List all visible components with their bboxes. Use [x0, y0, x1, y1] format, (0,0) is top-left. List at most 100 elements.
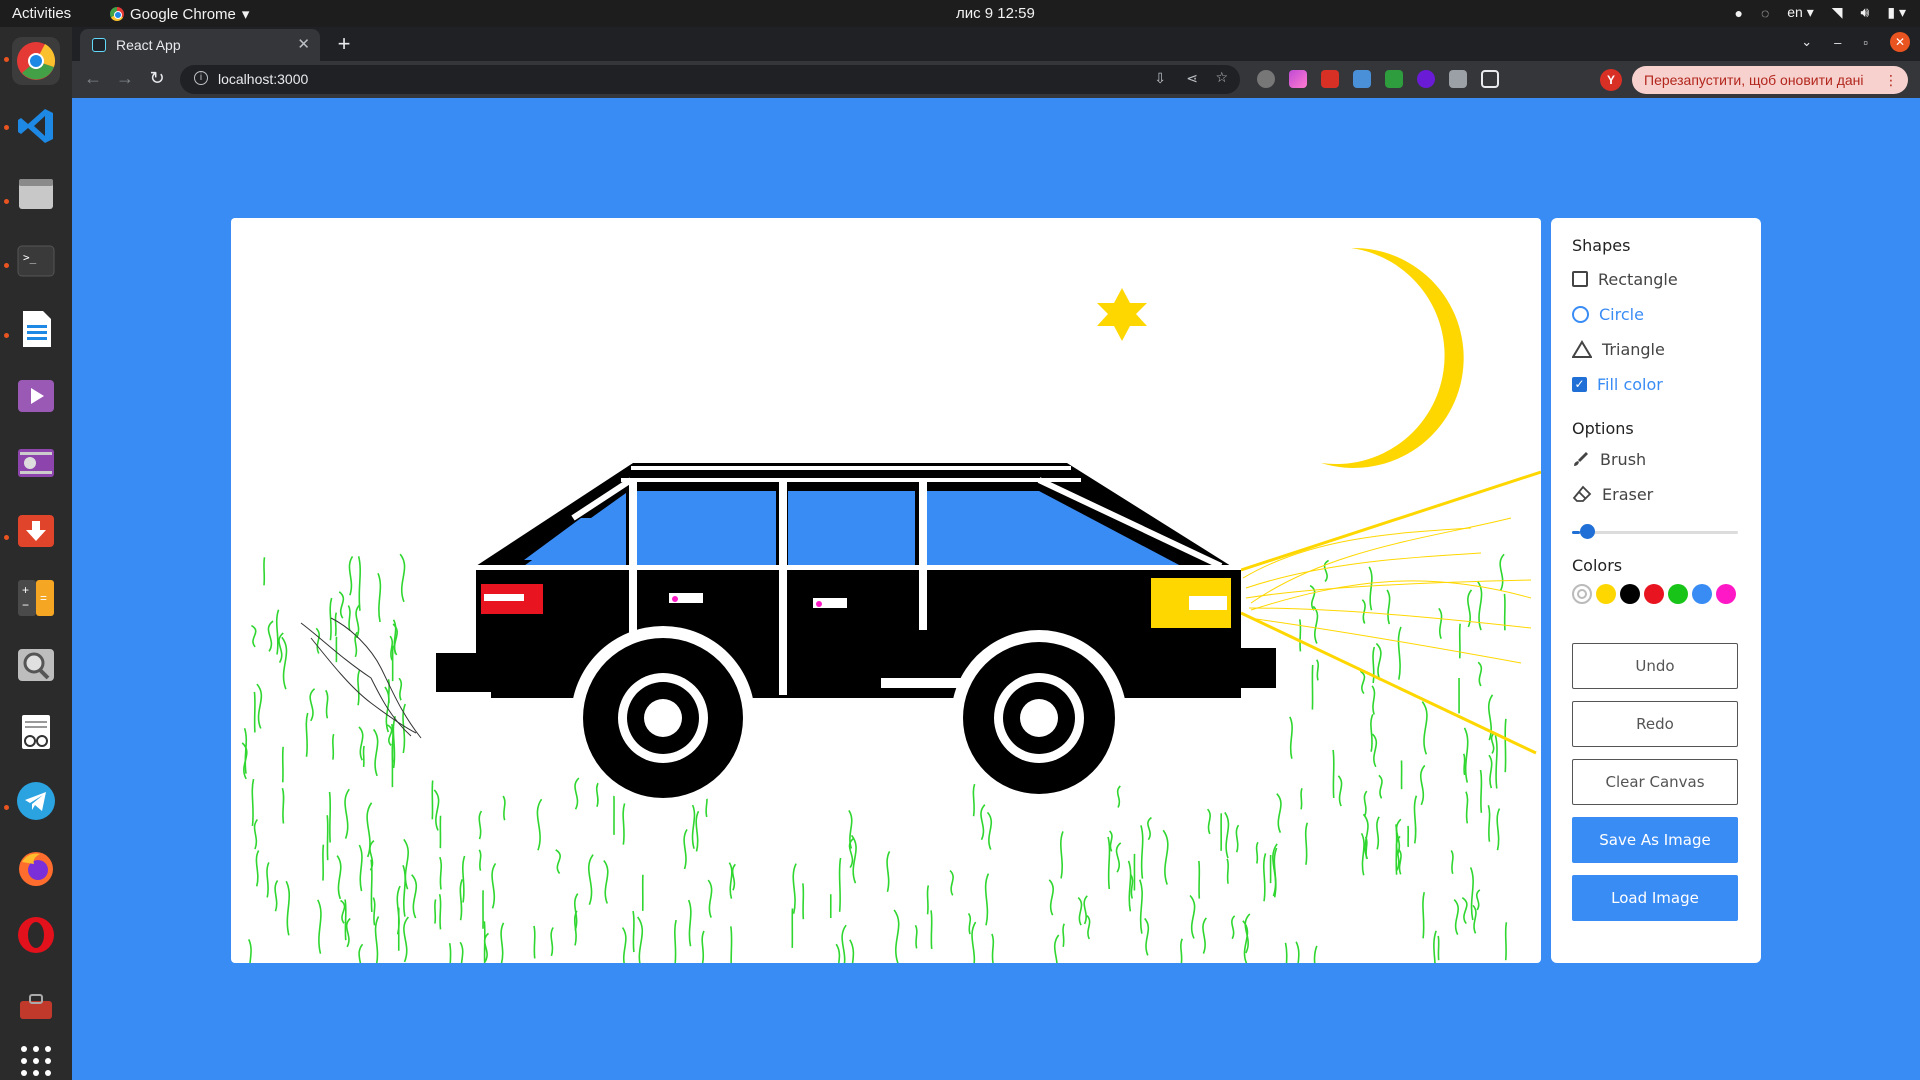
minimize-button[interactable]: – [1834, 35, 1841, 50]
color-swatch[interactable] [1572, 584, 1592, 604]
install-icon[interactable]: ⇩ [1154, 70, 1166, 87]
address-bar[interactable]: i localhost:3000 ⇩ ⋖ ☆ [180, 65, 1240, 94]
clear-canvas-button[interactable]: Clear Canvas [1572, 759, 1738, 805]
pen-extension-icon[interactable] [1289, 70, 1307, 88]
toolbox-icon[interactable] [12, 979, 60, 1027]
slider-thumb[interactable] [1580, 524, 1596, 539]
drawing-canvas[interactable] [231, 218, 1541, 963]
app-menu-label: Google Chrome [130, 5, 236, 23]
fill-color-checkbox[interactable]: ✓ Fill color [1572, 373, 1663, 395]
color-swatch[interactable] [1716, 584, 1736, 604]
download-extension-icon[interactable] [1385, 70, 1403, 88]
react-favicon-icon [92, 38, 106, 52]
triangle-label: Triangle [1602, 339, 1665, 359]
drawing-surface[interactable] [231, 218, 1541, 963]
rectangle-icon [1572, 271, 1588, 287]
vscode-icon[interactable] [12, 102, 60, 150]
options-heading: Options [1572, 419, 1634, 438]
opera-icon[interactable] [12, 911, 60, 959]
language-indicator[interactable]: en ▾ [1787, 4, 1814, 21]
color-swatch[interactable] [1692, 584, 1712, 604]
tab-search-icon[interactable]: ⌄ [1801, 34, 1812, 50]
tool-panel: Shapes Rectangle Circle Triangle ✓ Fill … [1551, 218, 1761, 963]
relaunch-label: Перезапустити, щоб оновити дані [1644, 72, 1864, 88]
color-swatch[interactable] [1668, 584, 1688, 604]
web-page: Shapes Rectangle Circle Triangle ✓ Fill … [72, 98, 1920, 1080]
eraser-icon [1572, 485, 1592, 502]
checkbox-checked-icon[interactable]: ✓ [1572, 376, 1587, 392]
car [431, 463, 1276, 810]
rectangle-option[interactable]: Rectangle [1572, 268, 1678, 290]
save-as-image-button[interactable]: Save As Image [1572, 817, 1738, 863]
chrome-icon[interactable] [12, 37, 60, 85]
bookmark-star-icon[interactable]: ☆ [1215, 69, 1228, 86]
menu-dots-icon[interactable]: ⋮ [1884, 66, 1898, 94]
brush-icon [1574, 452, 1588, 466]
system-tray[interactable]: ● ◌ en ▾ ◥ 🔊︎ ▮ ▾ [1734, 4, 1906, 21]
reload-button[interactable]: ↻ [146, 68, 168, 89]
rectangle-label: Rectangle [1598, 269, 1678, 289]
maximize-button[interactable]: ▫ [1863, 35, 1868, 50]
share-icon[interactable]: ⋖ [1186, 70, 1198, 87]
color-swatch[interactable] [1620, 584, 1640, 604]
svg-text:−: − [22, 598, 29, 612]
document-viewer-icon[interactable] [12, 709, 60, 757]
eraser-option[interactable]: Eraser [1572, 483, 1653, 505]
wifi-icon[interactable]: ◥ [1832, 4, 1843, 21]
top-bar: Activities Google Chrome ▾ лис 9 12:59 ●… [0, 0, 1920, 27]
webcam-icon[interactable] [12, 439, 60, 487]
star [1097, 288, 1147, 341]
brush-label: Brush [1600, 449, 1647, 469]
firefox-icon[interactable] [12, 844, 60, 892]
terminal-icon[interactable]: >_ [12, 237, 60, 285]
brush-option[interactable]: Brush [1572, 448, 1646, 470]
tab-strip: React App ✕ + ⌄ – ▫ ✕ [72, 27, 1920, 61]
colors-heading: Colors [1572, 556, 1623, 575]
extension-icon[interactable] [1257, 70, 1275, 88]
power-tray-icon[interactable]: ◌ [1761, 5, 1769, 21]
tab-title: React App [116, 37, 181, 53]
video-player-icon[interactable] [12, 372, 60, 420]
undo-button[interactable]: Undo [1572, 643, 1738, 689]
triangle-icon [1572, 340, 1592, 358]
downloader-icon[interactable] [12, 507, 60, 555]
puzzle-icon[interactable] [1449, 70, 1467, 88]
new-tab-button[interactable]: + [330, 31, 358, 57]
url-text: localhost:3000 [218, 71, 309, 87]
profile-avatar[interactable]: Y [1600, 69, 1622, 91]
clock[interactable]: лис 9 12:59 [956, 5, 1035, 22]
relaunch-button[interactable]: Перезапустити, щоб оновити дані ⋮ [1632, 66, 1908, 94]
brush-size-slider[interactable] [1572, 524, 1738, 539]
extension-tray-icon[interactable]: ● [1734, 5, 1742, 21]
magnifier-icon[interactable] [12, 641, 60, 689]
redo-button[interactable]: Redo [1572, 701, 1738, 747]
chevron-down-icon: ▾ [241, 6, 250, 23]
color-swatch[interactable] [1596, 584, 1616, 604]
eraser-label: Eraser [1602, 484, 1654, 504]
side-panel-icon[interactable] [1481, 70, 1499, 88]
load-image-button[interactable]: Load Image [1572, 875, 1738, 921]
triangle-option[interactable]: Triangle [1572, 338, 1665, 360]
show-apps-icon[interactable] [12, 1037, 60, 1080]
files-icon[interactable] [12, 169, 60, 217]
vk-extension-icon[interactable] [1321, 70, 1339, 88]
window-controls: ⌄ – ▫ ✕ [1801, 32, 1910, 52]
svg-text:>_: >_ [23, 251, 37, 264]
forward-button[interactable]: → [114, 68, 136, 89]
close-tab-icon[interactable]: ✕ [297, 35, 310, 53]
activities-button[interactable]: Activities [12, 5, 71, 22]
site-info-icon[interactable]: i [194, 71, 208, 85]
play-extension-icon[interactable] [1417, 70, 1435, 88]
app-menu[interactable]: Google Chrome ▾ [110, 5, 249, 23]
circle-option[interactable]: Circle [1572, 303, 1644, 325]
telegram-icon[interactable] [12, 777, 60, 825]
calculator-icon[interactable]: + − = [12, 574, 60, 622]
volume-icon[interactable]: 🔊︎ [1861, 4, 1870, 21]
battery-icon[interactable]: ▮ ▾ [1887, 4, 1906, 21]
writer-icon[interactable] [12, 305, 60, 353]
back-button[interactable]: ← [82, 68, 104, 89]
color-swatch[interactable] [1644, 584, 1664, 604]
close-window-button[interactable]: ✕ [1890, 32, 1910, 52]
shield-extension-icon[interactable] [1353, 70, 1371, 88]
browser-tab[interactable]: React App ✕ [80, 29, 320, 61]
